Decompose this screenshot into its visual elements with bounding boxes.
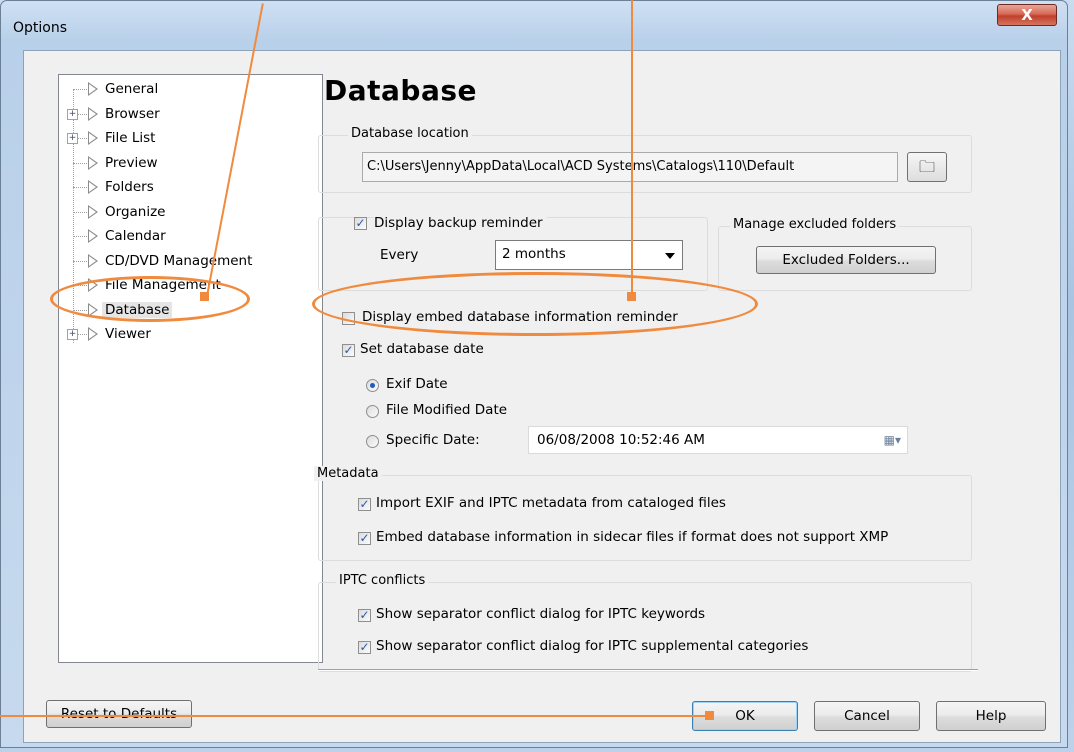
file-modified-date-label: File Modified Date [386,402,508,418]
tree-item-general[interactable]: General [59,79,309,101]
set-date-checkbox[interactable]: ✓ [342,344,355,357]
page-title: Database [324,74,478,107]
tree-item-label: General [105,81,159,97]
iptc-supplemental-checkbox[interactable]: ✓ [358,641,371,654]
category-arrow-icon [88,180,98,194]
set-date-label: Set database date [360,341,484,357]
category-arrow-icon [88,106,98,121]
iptc-conflicts-label: IPTC conflicts [336,573,429,588]
file-modified-date-radio[interactable] [366,405,379,418]
tree-item-label: Browser [105,105,160,122]
tree-item-label: Organize [105,203,166,220]
dialog-client-area: General + Browser + File List Preview Folders O… [23,50,1061,743]
window-title: Options [13,20,68,36]
tree-item-label: File List [105,130,156,146]
help-button[interactable]: Help [936,701,1046,731]
category-arrow-icon [88,327,98,341]
iptc-supplemental-label: Show separator conflict dialog for IPTC … [376,638,809,654]
category-arrow-icon [88,229,98,243]
iptc-conflicts-group [318,582,972,672]
tree-item-cd-dvd-management[interactable]: CD/DVD Management [59,251,309,273]
specific-date-value: 06/08/2008 10:52:46 AM [537,432,705,448]
cancel-button[interactable]: Cancel [814,701,920,731]
tree-item-calendar[interactable]: Calendar [59,226,309,248]
embed-sidecar-label: Embed database information in sidecar fi… [376,529,889,545]
tree-item-viewer[interactable]: + Viewer [59,324,309,346]
exif-date-label: Exif Date [386,376,448,392]
folder-browse-icon: 🗀 [918,157,935,176]
import-metadata-label: Import EXIF and IPTC metadata from catal… [376,495,726,511]
options-dialog: Options X General + Browser + File List Previ… [0,0,1068,748]
tree-item-folders[interactable]: Folders [59,177,309,199]
iptc-keywords-checkbox[interactable]: ✓ [358,609,371,622]
tree-connector [73,236,87,237]
exif-date-radio[interactable] [366,379,379,392]
specific-date-radio[interactable] [366,435,379,448]
annotation-line-embed [631,0,633,296]
category-arrow-icon [88,155,98,170]
specific-date-label: Specific Date: [386,432,480,448]
tree-item-label: Calendar [105,228,166,244]
database-highlight-ellipse [50,276,250,322]
expand-icon[interactable]: + [67,329,78,340]
tree-item-label: CD/DVD Management [105,252,253,269]
tree-item-preview[interactable]: Preview [59,153,309,175]
chevron-down-icon [665,253,675,259]
tree-item-browser[interactable]: + Browser [59,104,309,126]
annotation-dot-ok [705,711,714,720]
category-arrow-icon [88,82,98,96]
embed-sidecar-checkbox[interactable]: ✓ [358,532,371,545]
backup-reminder-checkbox[interactable]: ✓ [354,217,367,230]
category-arrow-icon [88,204,98,219]
category-arrow-icon [88,253,98,268]
close-button[interactable]: X [997,4,1057,26]
backup-interval-select[interactable]: 2 months [495,240,683,270]
annotation-line-ok [0,715,712,717]
tree-item-file-list[interactable]: + File List [59,128,309,150]
tree-connector [73,162,87,164]
metadata-group [318,475,972,561]
calendar-dropdown-icon[interactable]: ▦▾ [884,433,901,447]
tree-item-label: Preview [105,154,158,171]
embed-reminder-highlight-ellipse [312,272,758,336]
database-location-label: Database location [348,126,472,141]
excluded-folders-button[interactable]: Excluded Folders... [756,246,936,274]
tree-item-label: Folders [105,179,154,195]
browse-folder-button[interactable]: 🗀 [907,152,947,182]
tree-connector [73,260,87,262]
tree-item-label: Viewer [105,326,151,342]
tree-connector [73,211,87,213]
iptc-keywords-label: Show separator conflict dialog for IPTC … [376,606,706,622]
expand-icon[interactable]: + [67,108,78,120]
reset-defaults-button[interactable]: Reset to Defaults [46,700,192,728]
tree-item-organize[interactable]: Organize [59,202,309,224]
options-tree[interactable]: General + Browser + File List Preview Folders O… [58,74,323,663]
backup-interval-value: 2 months [502,246,566,262]
backup-reminder-label: Display backup reminder [374,215,547,231]
expand-icon[interactable]: + [67,133,78,144]
import-metadata-checkbox[interactable]: ✓ [358,498,371,511]
excluded-folders-label: Manage excluded folders [730,217,900,232]
tree-connector [73,187,87,188]
annotation-dot-embed [627,292,636,301]
tree-connector [73,89,87,90]
annotation-dot-database [200,292,209,301]
every-label: Every [380,247,419,263]
database-path-field[interactable]: C:\Users\Jenny\AppData\Local\ACD Systems… [362,152,898,182]
category-arrow-icon [88,131,98,145]
footer-separator [318,669,978,671]
specific-date-picker[interactable]: 06/08/2008 10:52:46 AM ▦▾ [528,426,908,454]
metadata-label: Metadata [314,466,382,481]
